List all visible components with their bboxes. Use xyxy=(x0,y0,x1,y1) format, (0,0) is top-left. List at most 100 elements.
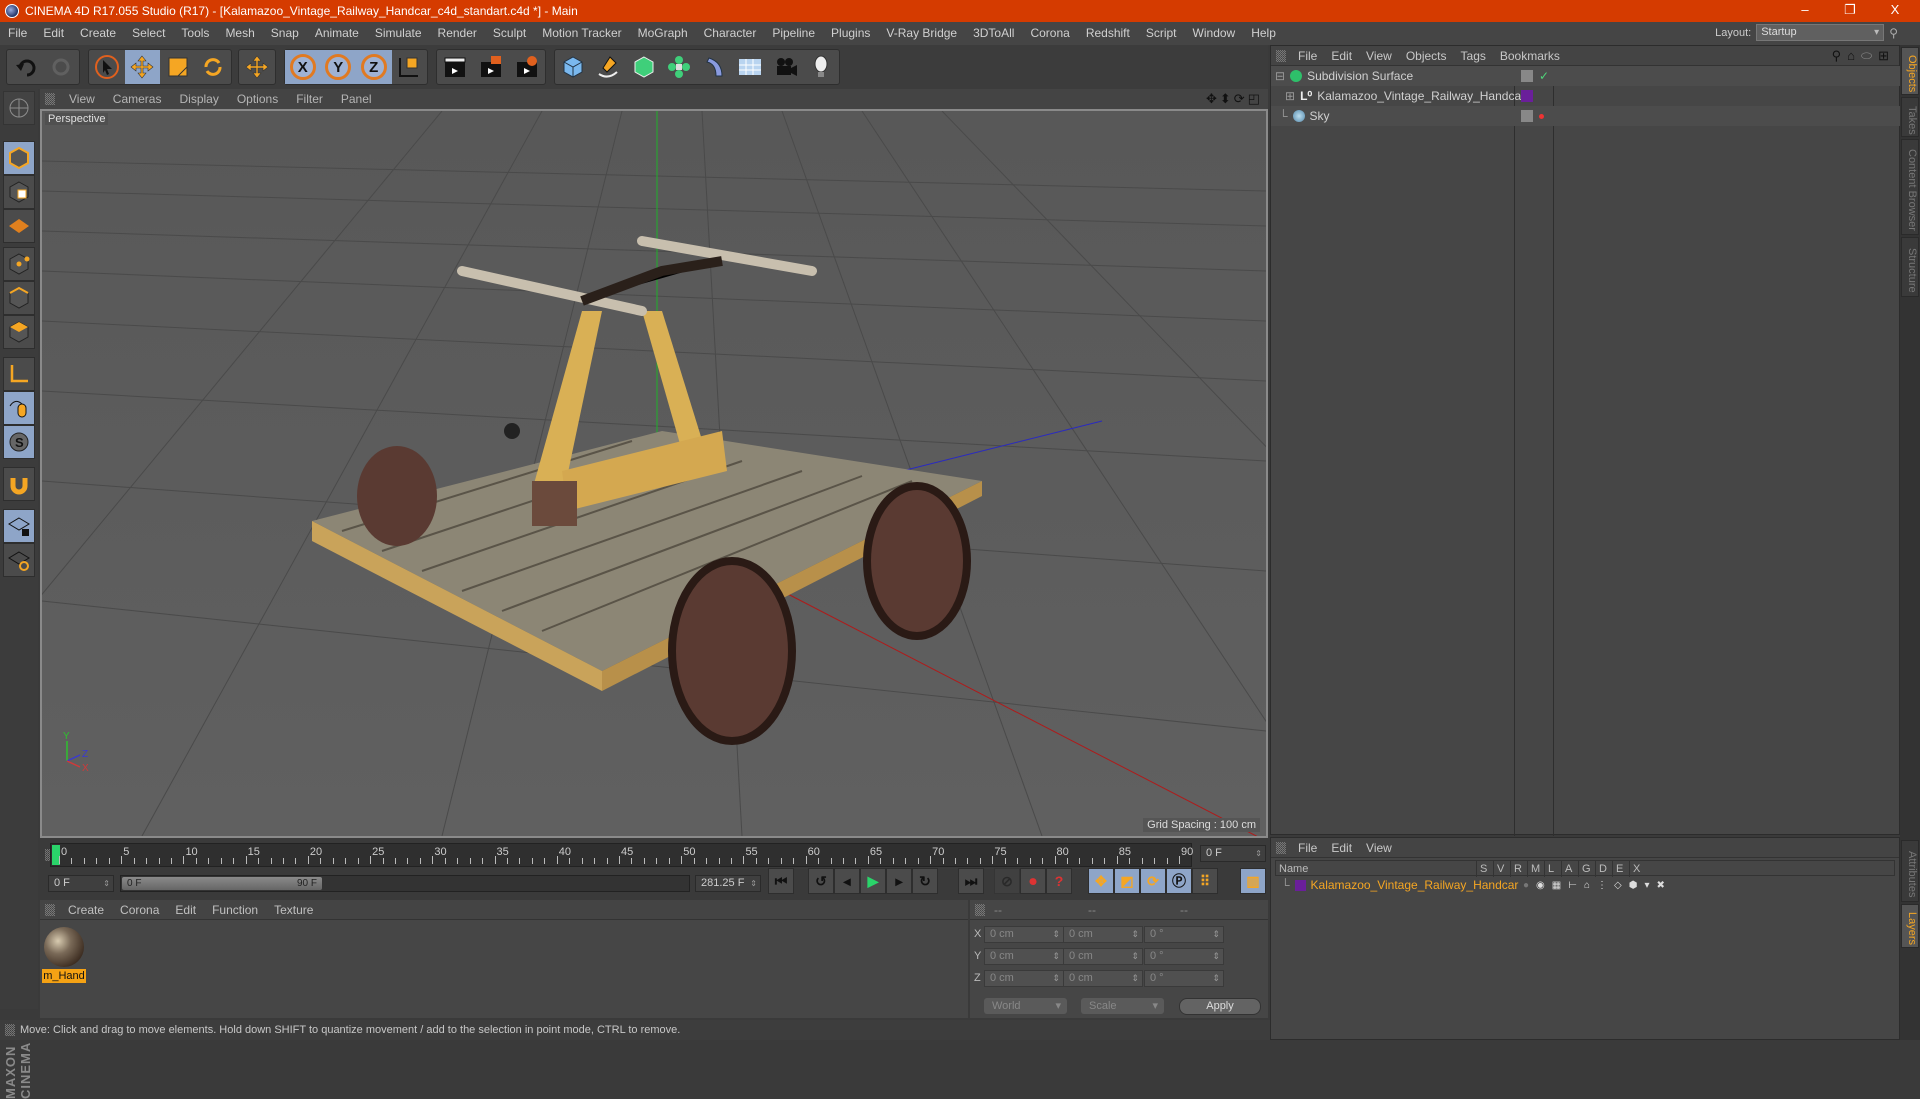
object-row[interactable]: ⊞ L⁰ Kalamazoo_Vintage_Railway_Handcar xyxy=(1271,86,1901,106)
polygons-mode-icon[interactable] xyxy=(3,315,35,349)
layer-color-swatch[interactable] xyxy=(1294,879,1306,891)
coord-value-field[interactable]: 0 cm xyxy=(1063,948,1143,965)
transform-mode-dropdown[interactable]: Scale xyxy=(1081,998,1164,1014)
close-button[interactable]: X xyxy=(1875,0,1915,22)
disabled-dot-icon[interactable] xyxy=(1539,113,1544,119)
snap-icon[interactable]: S xyxy=(3,425,35,459)
search-icon[interactable]: ⚲ xyxy=(1832,48,1842,64)
goto-next-key-button[interactable]: ↻ xyxy=(912,868,938,894)
coord-value-field[interactable]: 0 cm xyxy=(984,948,1064,965)
object-menu-tags[interactable]: Tags xyxy=(1454,49,1493,63)
coordinate-system-icon[interactable] xyxy=(392,50,428,84)
next-frame-button[interactable]: ▸ xyxy=(886,868,912,894)
object-menu-bookmarks[interactable]: Bookmarks xyxy=(1493,49,1567,63)
layer-column-header[interactable]: E xyxy=(1612,861,1623,877)
y-axis-lock-button[interactable]: Y xyxy=(320,50,356,84)
panel-grip[interactable] xyxy=(45,93,55,105)
restore-button[interactable]: ❐ xyxy=(1830,0,1870,22)
coord-value-field[interactable]: 0 cm xyxy=(1063,926,1143,943)
menu-v-ray-bridge[interactable]: V-Ray Bridge xyxy=(878,22,965,45)
render-clapper-icon[interactable]: ▦ xyxy=(1552,880,1561,891)
toggle-view-icon[interactable]: ◰ xyxy=(1248,91,1260,107)
x-axis-lock-button[interactable]: X xyxy=(285,50,321,84)
frame-range-track[interactable]: 0 F 90 F xyxy=(120,875,690,892)
texture-mode-icon[interactable] xyxy=(3,175,35,209)
new-window-icon[interactable]: ⊞ xyxy=(1878,48,1889,64)
coord-value-field[interactable]: 0 ° xyxy=(1144,948,1224,965)
tab-takes[interactable]: Takes xyxy=(1901,97,1919,137)
coord-value-field[interactable]: 0 ° xyxy=(1144,926,1224,943)
menu-animate[interactable]: Animate xyxy=(307,22,367,45)
menu-mesh[interactable]: Mesh xyxy=(217,22,262,45)
undo-icon[interactable] xyxy=(7,50,43,84)
viewport-menu-cameras[interactable]: Cameras xyxy=(104,92,171,106)
coord-value-field[interactable]: 0 cm xyxy=(984,926,1064,943)
play-button[interactable]: ▶ xyxy=(860,868,886,894)
object-menu-edit[interactable]: Edit xyxy=(1324,49,1359,63)
axis-mode-icon[interactable] xyxy=(3,357,35,391)
render-picture-viewer-icon[interactable] xyxy=(473,50,509,84)
record-keys-icon[interactable]: ⊘ xyxy=(994,868,1020,894)
visibility-tag-icon[interactable] xyxy=(1521,110,1533,122)
menu-pipeline[interactable]: Pipeline xyxy=(764,22,823,45)
select-tool-icon[interactable] xyxy=(89,50,125,84)
layer-column-header[interactable]: L xyxy=(1544,861,1554,877)
subdivision-surface-icon[interactable] xyxy=(626,50,662,84)
animation-icon[interactable]: ⋮ xyxy=(1597,880,1607,891)
visible-eye-icon[interactable]: ◉ xyxy=(1536,880,1545,891)
menu-redshift[interactable]: Redshift xyxy=(1078,22,1138,45)
lock-icon[interactable]: ⌂ xyxy=(1584,880,1590,891)
points-mode-icon[interactable] xyxy=(3,247,35,281)
panel-grip[interactable] xyxy=(45,903,55,916)
pen-spline-icon[interactable] xyxy=(591,50,627,84)
menu-tools[interactable]: Tools xyxy=(173,22,217,45)
goto-prev-key-button[interactable]: ↺ xyxy=(808,868,834,894)
expand-icon[interactable]: ⊞ xyxy=(1285,89,1295,103)
layout-dropdown[interactable]: Startup xyxy=(1756,24,1885,41)
z-axis-lock-button[interactable]: Z xyxy=(356,50,392,84)
layer-row[interactable]: └ Kalamazoo_Vintage_Railway_Handcar ● ◉ … xyxy=(1271,876,1901,894)
manager-icon[interactable]: ⊢ xyxy=(1568,880,1577,891)
material-menu-corona[interactable]: Corona xyxy=(112,903,167,917)
layer-menu-file[interactable]: File xyxy=(1291,841,1324,855)
material-menu-texture[interactable]: Texture xyxy=(266,903,321,917)
workplane-mode-icon[interactable] xyxy=(3,209,35,243)
cloner-icon[interactable] xyxy=(662,50,698,84)
menu-sculpt[interactable]: Sculpt xyxy=(485,22,534,45)
object-row[interactable]: ⊟ Subdivision Surface ✓ xyxy=(1271,66,1901,86)
key-parameter-icon[interactable]: Ⓟ xyxy=(1166,868,1192,894)
view-icon[interactable]: ⬭ xyxy=(1861,48,1872,64)
model-mode-icon[interactable] xyxy=(3,141,35,175)
layer-column-header[interactable]: V xyxy=(1493,861,1504,877)
generator-icon[interactable]: ◇ xyxy=(1614,880,1622,891)
scale-tool-icon[interactable] xyxy=(160,50,196,84)
planar-workplane-icon[interactable] xyxy=(3,543,35,577)
object-row[interactable]: └ Sky xyxy=(1271,106,1901,126)
menu-help[interactable]: Help xyxy=(1243,22,1284,45)
goto-end-button[interactable]: ⏭ xyxy=(958,868,984,894)
layer-column-header[interactable]: X xyxy=(1629,861,1640,877)
current-frame-field[interactable]: 0 F ⇕ xyxy=(1200,845,1266,862)
collapse-icon[interactable]: ⊟ xyxy=(1275,69,1285,83)
viewport-menu-filter[interactable]: Filter xyxy=(287,92,332,106)
floor-object-icon[interactable] xyxy=(733,50,769,84)
prev-frame-button[interactable]: ◂ xyxy=(834,868,860,894)
menu-script[interactable]: Script xyxy=(1138,22,1185,45)
search-icon[interactable]: ⚲ xyxy=(1889,26,1898,40)
layer-color-icon[interactable] xyxy=(1521,90,1533,102)
start-frame-field[interactable]: 0 F ⇕ xyxy=(48,875,114,892)
timeline-window-icon[interactable]: ▥ xyxy=(1240,868,1266,894)
layer-column-header[interactable]: M xyxy=(1527,861,1540,877)
tab-layers[interactable]: Layers xyxy=(1901,904,1919,948)
menu-corona[interactable]: Corona xyxy=(1022,22,1077,45)
render-view-icon[interactable] xyxy=(437,50,473,84)
tweak-mode-icon[interactable] xyxy=(3,391,35,425)
tab-attributes[interactable]: Attributes xyxy=(1901,840,1919,902)
keyframe-selection-icon[interactable]: ? xyxy=(1046,868,1072,894)
object-menu-file[interactable]: File xyxy=(1291,49,1324,63)
locked-workplane-icon[interactable] xyxy=(3,509,35,543)
viewport-menu-panel[interactable]: Panel xyxy=(332,92,381,106)
panel-grip[interactable] xyxy=(1276,841,1286,854)
material-menu-create[interactable]: Create xyxy=(60,903,112,917)
coordinate-space-dropdown[interactable]: World xyxy=(984,998,1067,1014)
